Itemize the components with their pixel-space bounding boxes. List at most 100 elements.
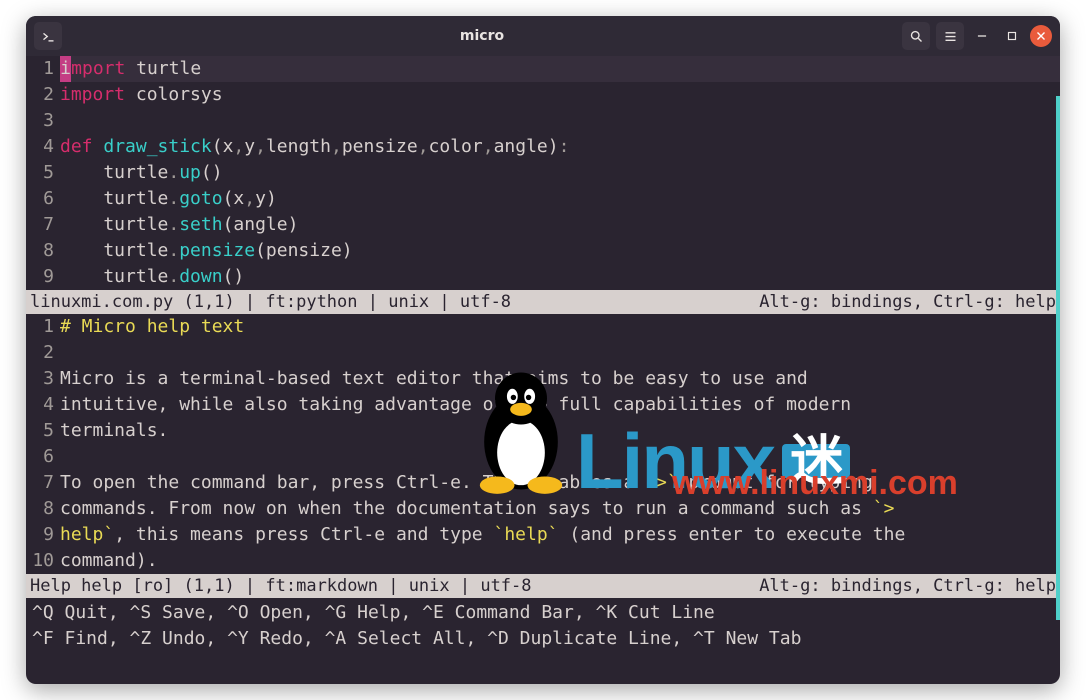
token: pensize	[266, 238, 342, 264]
code-line[interactable]: turtle.pensize(pensize)	[60, 238, 1060, 264]
keybinding-footer: ^Q Quit, ^S Save, ^O Open, ^G Help, ^E C…	[26, 598, 1060, 668]
line-number: 4	[26, 392, 54, 418]
token: .	[168, 212, 179, 238]
token: turtle	[60, 264, 168, 290]
token: )	[266, 186, 277, 212]
code-line[interactable]: help`, this means press Ctrl-e and type …	[60, 522, 1060, 548]
token: )	[548, 134, 559, 160]
code-line[interactable]	[60, 108, 1060, 134]
token: # Micro help text	[60, 314, 244, 340]
code-line[interactable]: turtle.down()	[60, 264, 1060, 290]
search-icon[interactable]	[902, 22, 930, 50]
token: To open the command bar, press Ctrl-e. T…	[60, 470, 645, 496]
minimize-icon[interactable]	[970, 24, 994, 48]
token: ,	[331, 134, 342, 160]
line-number: 9	[26, 522, 54, 548]
pane2-status-right: Alt-g: bindings, Ctrl-g: help	[759, 574, 1056, 598]
token: command).	[60, 548, 158, 574]
terminal-icon[interactable]	[34, 22, 62, 50]
line-number: 6	[26, 186, 54, 212]
token: y	[244, 134, 255, 160]
token: Micro is a terminal-based text editor th…	[60, 366, 808, 392]
code-line[interactable]: # Micro help text	[60, 314, 1060, 340]
code-line[interactable]	[60, 340, 1060, 366]
footer-line-2: ^F Find, ^Z Undo, ^Y Redo, ^A Select All…	[32, 626, 1054, 652]
pane1-lines[interactable]: 123456789 import turtleimport colorsysde…	[26, 56, 1060, 290]
token: intuitive, while also taking advantage o…	[60, 392, 851, 418]
token: x	[223, 134, 234, 160]
token: angle	[494, 134, 548, 160]
code-line[interactable]: import turtle	[60, 56, 1060, 82]
token: )	[288, 212, 299, 238]
code-line[interactable]: import colorsys	[60, 82, 1060, 108]
token: commands. From now on when the documenta…	[60, 496, 873, 522]
pane-help: 12345678910 # Micro help textMicro is a …	[26, 314, 1060, 598]
token: draw_stick	[103, 134, 211, 160]
token: up	[179, 160, 201, 186]
line-number: 2	[26, 340, 54, 366]
token: `>	[873, 496, 895, 522]
code-line[interactable]: Micro is a terminal-based text editor th…	[60, 366, 1060, 392]
line-number: 4	[26, 134, 54, 160]
pane2-statusbar: Help help [ro] (1,1) | ft:markdown | uni…	[26, 574, 1060, 598]
code-line[interactable]: commands. From now on when the documenta…	[60, 496, 1060, 522]
pane2-lines[interactable]: 12345678910 # Micro help textMicro is a …	[26, 314, 1060, 574]
token: )	[342, 238, 353, 264]
token: y	[255, 186, 266, 212]
token: pensize	[179, 238, 255, 264]
code-line[interactable]: command).	[60, 548, 1060, 574]
line-number: 3	[26, 108, 54, 134]
line-number: 5	[26, 418, 54, 444]
token: seth	[179, 212, 222, 238]
line-number: 8	[26, 238, 54, 264]
line-number: 1	[26, 314, 54, 340]
token: (	[212, 134, 223, 160]
token: turtle	[60, 160, 168, 186]
token: x	[233, 186, 244, 212]
line-number: 2	[26, 82, 54, 108]
line-number: 10	[26, 548, 54, 574]
token: .	[168, 264, 179, 290]
pane1-code[interactable]: import turtleimport colorsysdef draw_sti…	[60, 56, 1060, 290]
code-line[interactable]: terminals.	[60, 418, 1060, 444]
close-icon[interactable]	[1030, 25, 1052, 47]
token: (	[255, 238, 266, 264]
token: turtle	[60, 212, 168, 238]
token: `>`	[645, 470, 678, 496]
pane1-status-right: Alt-g: bindings, Ctrl-g: help	[759, 290, 1056, 314]
token: ()	[201, 160, 223, 186]
token: (	[223, 186, 234, 212]
line-number: 7	[26, 212, 54, 238]
token: turtle	[60, 186, 168, 212]
pane1-status-left: linuxmi.com.py (1,1) | ft:python | unix …	[30, 290, 511, 314]
line-number: 9	[26, 264, 54, 290]
code-line[interactable]: turtle.goto(x,y)	[60, 186, 1060, 212]
pane2-code[interactable]: # Micro help text Micro is a terminal-bas…	[60, 314, 1060, 574]
maximize-icon[interactable]	[1000, 24, 1024, 48]
code-line[interactable]: def draw_stick(x,y,length,pensize,color,…	[60, 134, 1060, 160]
token: color	[429, 134, 483, 160]
window-title: micro	[62, 23, 902, 49]
line-number: 1	[26, 56, 54, 82]
pane2-gutter: 12345678910	[26, 314, 60, 574]
token: .	[168, 186, 179, 212]
token: ,	[244, 186, 255, 212]
code-line[interactable]	[60, 444, 1060, 470]
token: ,	[233, 134, 244, 160]
line-number: 5	[26, 160, 54, 186]
code-line[interactable]: intuitive, while also taking advantage o…	[60, 392, 1060, 418]
cursor: i	[60, 56, 71, 82]
token: ,	[255, 134, 266, 160]
token: ,	[418, 134, 429, 160]
token: :	[559, 134, 570, 160]
token: length	[266, 134, 331, 160]
code-line[interactable]: turtle.seth(angle)	[60, 212, 1060, 238]
token: turtle	[60, 238, 168, 264]
scrollbar-indicator[interactable]	[1056, 96, 1060, 620]
token: pensize	[342, 134, 418, 160]
hamburger-icon[interactable]	[936, 22, 964, 50]
token: import	[60, 82, 125, 108]
token: prompt for typing	[678, 470, 873, 496]
code-line[interactable]: To open the command bar, press Ctrl-e. T…	[60, 470, 1060, 496]
code-line[interactable]: turtle.up()	[60, 160, 1060, 186]
